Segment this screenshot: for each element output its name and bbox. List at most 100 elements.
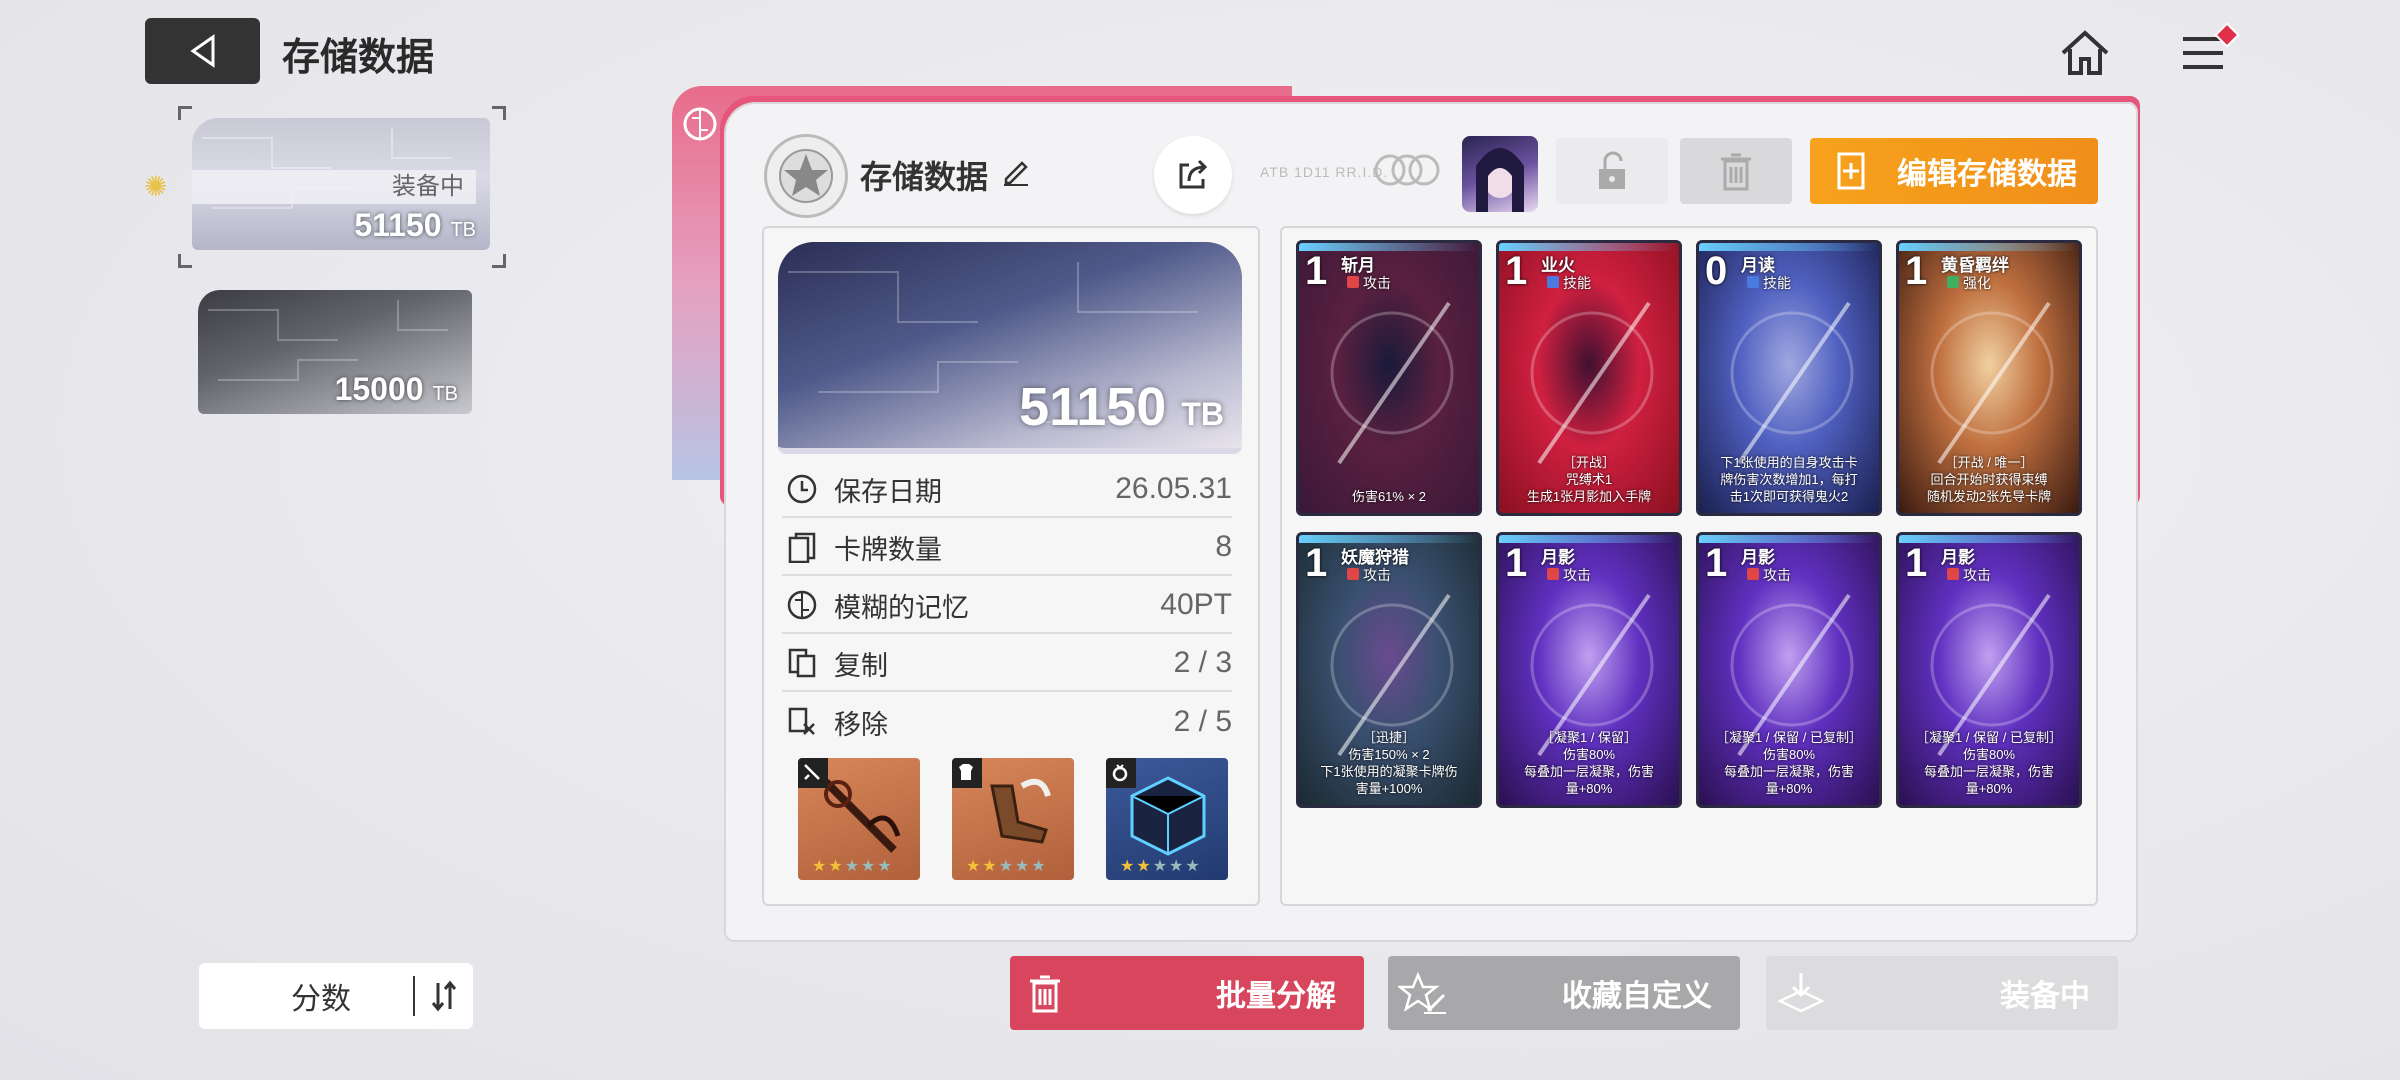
menu-button[interactable] — [2170, 18, 2250, 88]
card-type: 技能 — [1547, 273, 1591, 293]
emblem-icon — [764, 134, 848, 218]
card-type: 攻击 — [1347, 273, 1391, 293]
stat-save-date: 保存日期 26.05.31 — [782, 462, 1232, 518]
equipment-weapon[interactable]: ★★★★★ — [798, 758, 920, 880]
banner-value: 51150 TB — [1019, 377, 1224, 437]
home-icon — [2061, 30, 2109, 75]
remove-icon — [782, 702, 822, 742]
share-icon — [1179, 159, 1208, 189]
card-cost: 1 — [1305, 541, 1328, 585]
card-cost: 0 — [1705, 249, 1728, 293]
storage-slot-1[interactable]: 装备中 51150 TB — [192, 118, 490, 250]
edit-card-icon — [1837, 152, 1865, 190]
brain-icon — [680, 104, 720, 144]
batch-decompose-button[interactable]: 批量分解 — [1010, 956, 1364, 1030]
cards-icon — [782, 527, 822, 567]
card-7[interactable]: 1 月影 攻击 ［凝聚1 / 保留 / 已复制］ 伤害80% 每叠加一层凝聚，伤害 量… — [1696, 532, 1882, 808]
favorite-custom-label: 收藏自定义 — [1562, 980, 1712, 1013]
card-type: 技能 — [1747, 273, 1791, 293]
storage-slot-2[interactable]: 15000 TB — [198, 290, 472, 414]
card-description: ［开战 / 唯一］ 回合开始时获得束缚 随机发动2张先导卡牌 — [1926, 455, 2052, 504]
character-avatar[interactable] — [1462, 136, 1538, 212]
card-type-icon — [1747, 276, 1759, 288]
card-cost: 1 — [1905, 249, 1928, 293]
stat-copy: 复制 2 / 3 — [782, 636, 1232, 692]
card-type-icon — [1747, 568, 1759, 580]
ring-icon — [1106, 758, 1136, 788]
clock-icon — [782, 469, 822, 509]
sort-control[interactable]: 分数 — [199, 963, 473, 1029]
share-button[interactable] — [1154, 136, 1232, 214]
stat-fuzzy-memory: 模糊的记忆 40PT — [782, 578, 1232, 634]
card-type: 攻击 — [1347, 565, 1391, 585]
brain-icon — [782, 585, 822, 625]
edit-storage-button[interactable]: 编辑存储数据 — [1810, 138, 2098, 204]
favorite-custom-button[interactable]: 收藏自定义 — [1388, 956, 1740, 1030]
equipment-accessory[interactable]: ★★★★★ — [1106, 758, 1228, 880]
back-arrow-icon — [189, 34, 214, 68]
card-description: 下1张使用的自身攻击卡 牌伤害次数增加1，每打 击1次即可获得鬼火2 — [1720, 455, 1858, 504]
slot-equipped-label: 装备中 — [192, 170, 476, 204]
sort-order-icon[interactable] — [413, 976, 473, 1016]
card-8[interactable]: 1 月影 攻击 ［凝聚1 / 保留 / 已复制］ 伤害80% 每叠加一层凝聚，伤害 量… — [1896, 532, 2082, 808]
sort-label: 分数 — [291, 983, 351, 1016]
unlock-icon — [1599, 151, 1625, 189]
card-type-icon — [1547, 568, 1559, 580]
card-type: 攻击 — [1747, 565, 1791, 585]
trash-icon — [1721, 153, 1751, 191]
home-button[interactable] — [2050, 18, 2120, 88]
equip-download-icon — [1777, 973, 1825, 1013]
stat-remove: 移除 2 / 5 — [782, 694, 1232, 750]
card-6[interactable]: 1 月影 攻击 ［凝聚1 / 保留］ 伤害80% 每叠加一层凝聚，伤害 量+80% — [1496, 532, 1682, 808]
star-pencil-icon — [1398, 971, 1446, 1014]
equipment-stars: ★★★★★ — [966, 858, 1048, 875]
card-1[interactable]: 1 斩月 攻击 伤害61% × 2 — [1296, 240, 1482, 516]
card-description: ［迅捷］ 伤害150% × 2 下1张使用的凝聚卡牌伤 害量+100% — [1320, 730, 1458, 796]
trash-icon — [1030, 975, 1060, 1013]
slot-1-value: 51150 TB — [354, 207, 476, 243]
rings-icon — [1372, 150, 1442, 190]
armor-icon — [952, 758, 982, 788]
card-type-icon — [1347, 276, 1359, 288]
card-type: 攻击 — [1947, 565, 1991, 585]
card-4[interactable]: 1 黄昏羁绊 强化 ［开战 / 唯一］ 回合开始时获得束缚 随机发动2张先导卡牌 — [1896, 240, 2082, 516]
storage-name: 存储数据 — [860, 159, 989, 195]
card-3[interactable]: 0 月读 技能 下1张使用的自身攻击卡 牌伤害次数增加1，每打 击1次即可获得鬼火2 — [1696, 240, 1882, 516]
card-cost: 1 — [1305, 249, 1328, 293]
card-5[interactable]: 1 妖魔狩猎 攻击 ［迅捷］ 伤害150% × 2 下1张使用的凝聚卡牌伤 害量+10… — [1296, 532, 1482, 808]
equipment-armor[interactable]: ★★★★★ — [952, 758, 1074, 880]
card-description: ［凝聚1 / 保留］ 伤害80% 每叠加一层凝聚，伤害 量+80% — [1523, 730, 1654, 796]
equipped-sun-icon: ✺ — [144, 171, 168, 202]
delete-button[interactable] — [1680, 138, 1792, 204]
slot-2-value: 15000 TB — [334, 371, 458, 407]
pencil-icon[interactable] — [1000, 155, 1032, 195]
card-type-icon — [1347, 568, 1359, 580]
card-type: 强化 — [1947, 273, 1991, 293]
equipment-stars: ★★★★★ — [1120, 858, 1202, 875]
card-cost: 1 — [1705, 541, 1728, 585]
equipment-stars: ★★★★★ — [812, 858, 894, 875]
card-cost: 1 — [1905, 541, 1928, 585]
equipped-button[interactable]: 装备中 — [1766, 956, 2118, 1030]
card-2[interactable]: 1 业火 技能 ［开战］ 咒缚术1 生成1张月影加入手牌 — [1496, 240, 1682, 516]
storage-banner: 51150 TB — [778, 242, 1242, 454]
edit-storage-label: 编辑存储数据 — [1897, 158, 2077, 191]
page-title: 存储数据 — [282, 37, 435, 79]
card-description: ［凝聚1 / 保留 / 已复制］ 伤害80% 每叠加一层凝聚，伤害 量+80% — [1716, 730, 1862, 796]
card-type: 攻击 — [1547, 565, 1591, 585]
card-type-icon — [1947, 276, 1959, 288]
card-cost: 1 — [1505, 249, 1528, 293]
sword-icon — [798, 758, 828, 788]
card-type-icon — [1947, 568, 1959, 580]
copy-icon — [782, 643, 822, 683]
menu-icon — [2183, 23, 2240, 69]
equipped-label: 装备中 — [2000, 980, 2090, 1013]
stat-card-count: 卡牌数量 8 — [782, 520, 1232, 576]
card-cost: 1 — [1505, 541, 1528, 585]
card-description: 伤害61% × 2 — [1351, 489, 1427, 504]
card-description: ［开战］ 咒缚术1 生成1张月影加入手牌 — [1526, 455, 1652, 504]
back-button[interactable] — [145, 18, 260, 84]
card-type-icon — [1547, 276, 1559, 288]
lock-button[interactable] — [1556, 138, 1668, 204]
batch-decompose-label: 批量分解 — [1216, 980, 1336, 1013]
